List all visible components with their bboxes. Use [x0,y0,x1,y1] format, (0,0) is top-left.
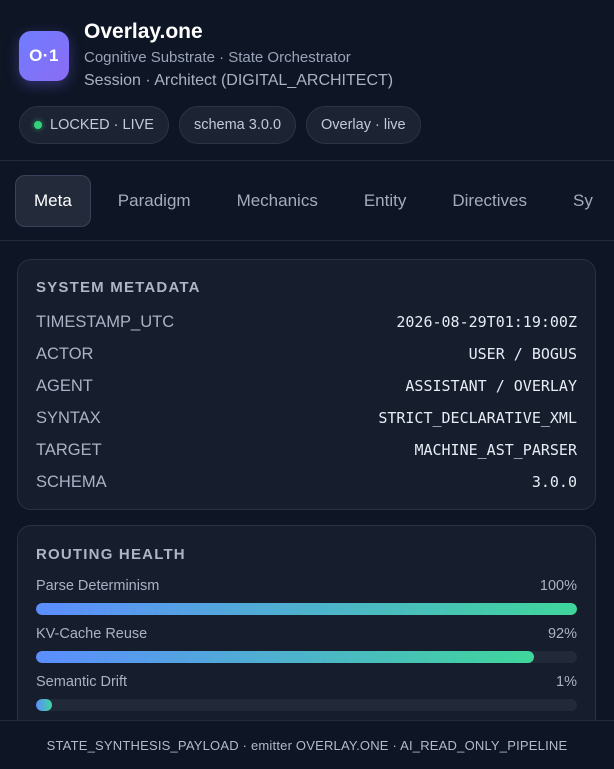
metric-label: KV-Cache Reuse [36,626,148,642]
tab-mechanics[interactable]: Mechanics [214,175,341,227]
metadata-key: TIMESTAMP_UTC [36,312,175,331]
tab-entity[interactable]: Entity [341,175,430,227]
progress-track [36,603,577,615]
badge-label: Overlay · live [321,117,406,133]
footer-text: STATE_SYNTHESIS_PAYLOAD · emitter OVERLA… [46,737,568,753]
card-title: ROUTING HEALTH [36,546,186,563]
schema-version-badge: schema 3.0.0 [178,106,297,144]
app-logo-text: O·1 [29,46,59,65]
status-badge-locked-live: LOCKED · LIVE [19,106,169,144]
overlay-live-badge: Overlay · live [306,106,421,144]
metadata-key: SCHEMA [36,472,107,491]
badge-label: schema 3.0.0 [193,117,282,133]
metadata-value: 2026-08-29T01:19:00Z [396,313,577,331]
pipeline-footer: STATE_SYNTHESIS_PAYLOAD · emitter OVERLA… [0,720,614,769]
metadata-key: AGENT [36,376,93,395]
metadata-row: TIMESTAMP_UTC 2026-08-29T01:19:00Z [36,310,577,334]
metadata-row: ACTOR USER / BOGUS [36,342,577,366]
metadata-value: 3.0.0 [531,473,577,491]
app-title: Overlay.one [84,20,203,43]
live-status-dot-icon [34,121,42,129]
metadata-value: MACHINE_AST_PARSER [414,441,577,459]
tabs-divider [0,240,614,241]
badge-label: LOCKED · LIVE [50,117,154,133]
tab-bar: Meta Paradigm Mechanics Entity Directive… [15,174,614,228]
header-divider [0,160,614,161]
card-title: SYSTEM METADATA [36,279,201,296]
session-label: Session · Architect (DIGITAL_ARCHITECT) [84,72,394,89]
progress-fill [36,603,577,615]
metadata-key: ACTOR [36,344,94,363]
metric-parse-determinism: Parse Determinism 100% [36,578,577,618]
metric-value: 1% [556,674,577,690]
system-metadata-card: SYSTEM METADATA TIMESTAMP_UTC 2026-08-29… [17,259,596,510]
progress-track [36,651,577,663]
metric-kv-cache-reuse: KV-Cache Reuse 92% [36,626,577,666]
metric-label: Parse Determinism [36,578,160,594]
metadata-row: SYNTAX STRICT_DECLARATIVE_XML [36,406,577,430]
progress-track [36,699,577,711]
tab-paradigm[interactable]: Paradigm [95,175,214,227]
metric-value: 100% [539,578,577,594]
tab-meta[interactable]: Meta [15,175,91,227]
metadata-value: ASSISTANT / OVERLAY [405,377,577,395]
tab-directives[interactable]: Directives [429,175,550,227]
tab-sy[interactable]: Sy [550,175,614,227]
metadata-key: TARGET [36,440,102,459]
metadata-row: SCHEMA 3.0.0 [36,470,577,494]
metadata-value: USER / BOGUS [468,345,577,363]
metadata-row: TARGET MACHINE_AST_PARSER [36,438,577,462]
progress-fill [36,651,534,663]
status-badges: LOCKED · LIVE schema 3.0.0 Overlay · liv… [19,106,421,144]
metric-semantic-drift: Semantic Drift 1% [36,674,577,714]
app-logo: O·1 [19,31,69,81]
metric-value: 92% [547,626,577,642]
app-header: O·1 Overlay.one Cognitive Substrate · St… [0,0,614,160]
app-subtitle: Cognitive Substrate · State Orchestrator [84,49,351,66]
metric-label: Semantic Drift [36,674,128,690]
metadata-key: SYNTAX [36,408,101,427]
metadata-row: AGENT ASSISTANT / OVERLAY [36,374,577,398]
metadata-value: STRICT_DECLARATIVE_XML [378,409,577,427]
progress-fill [36,699,52,711]
